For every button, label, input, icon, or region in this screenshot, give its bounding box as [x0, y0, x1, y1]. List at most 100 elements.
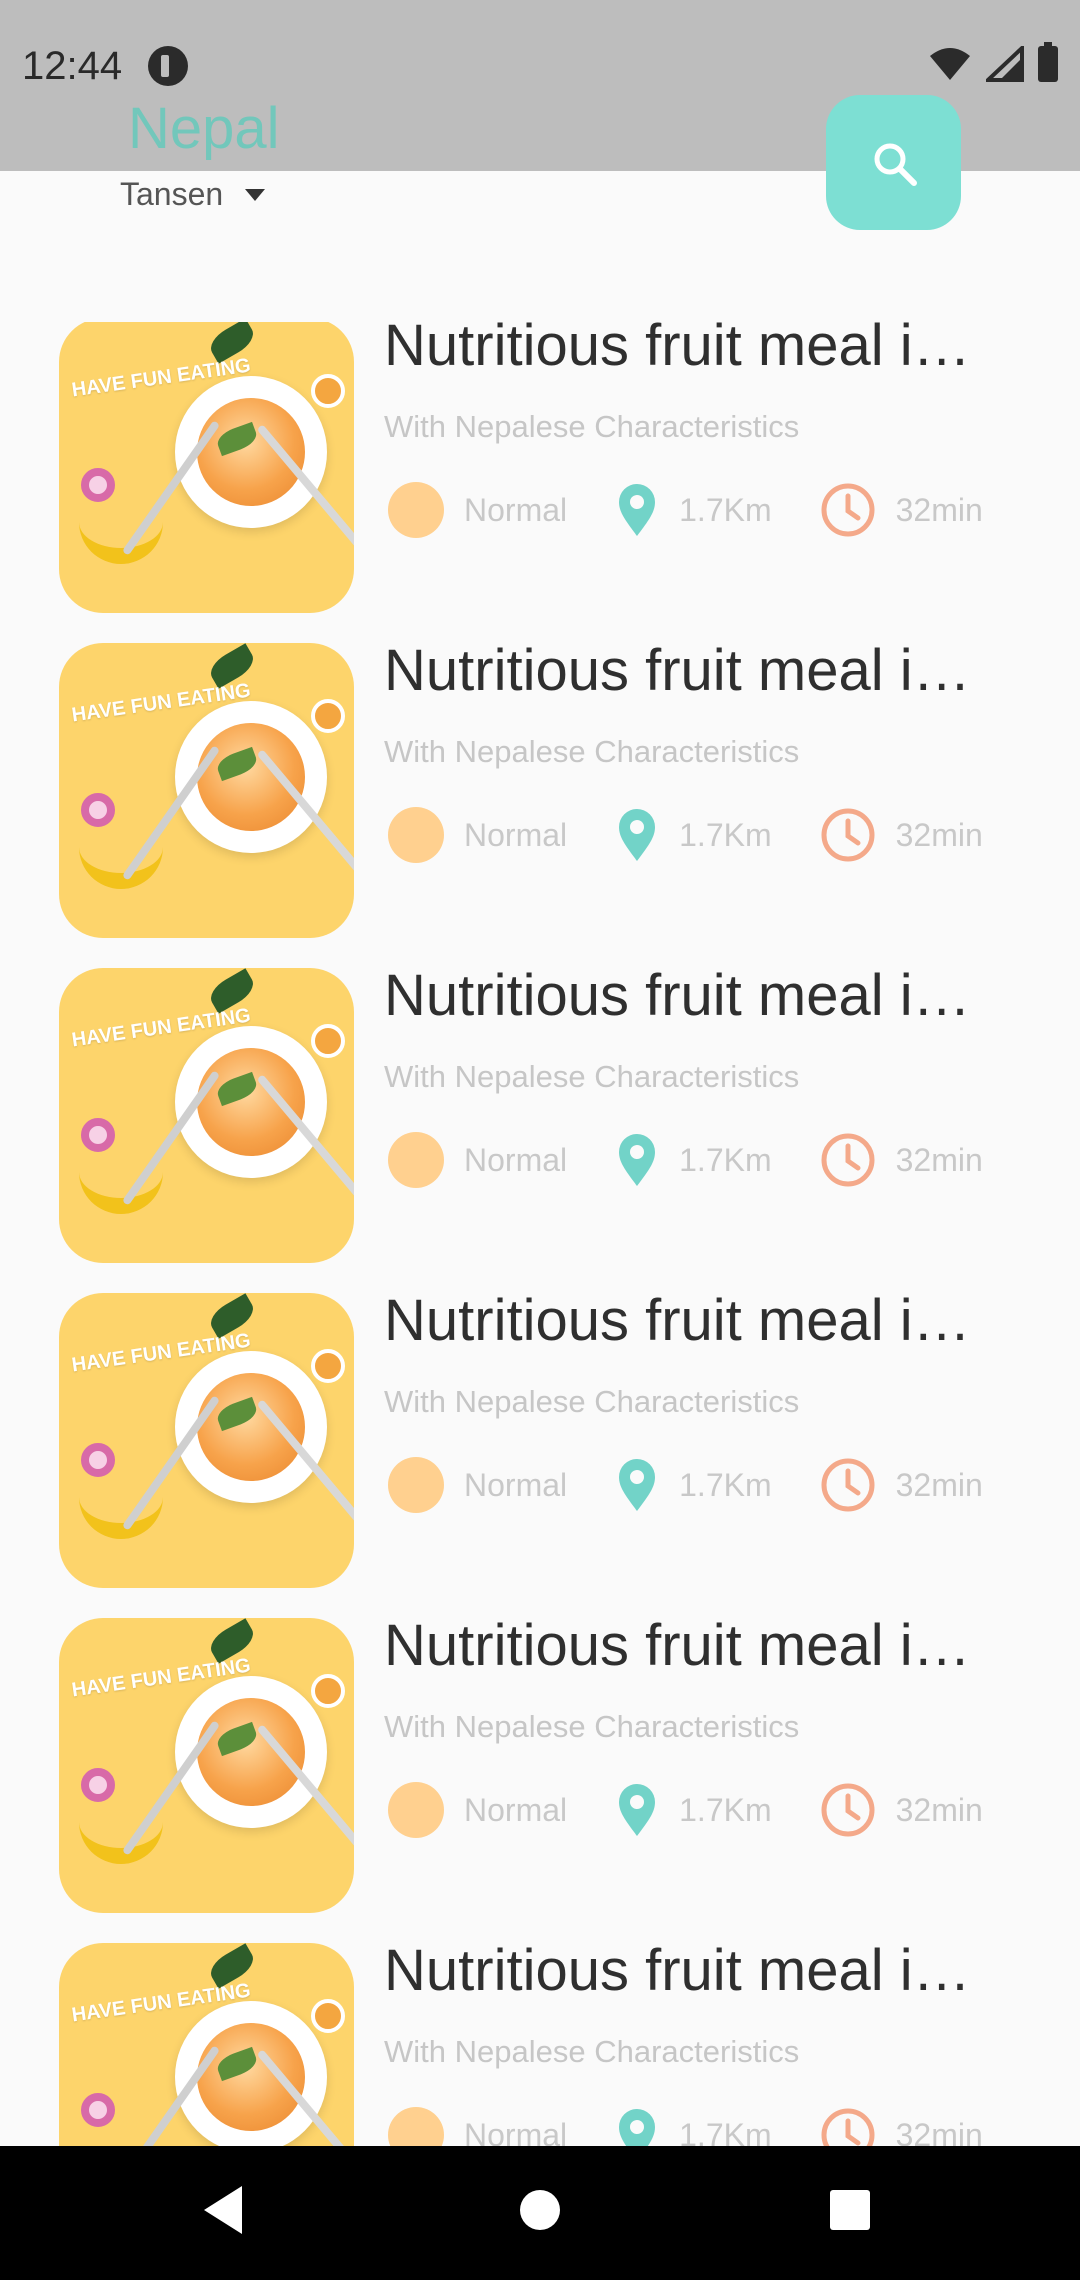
- time-label: 32min: [895, 1141, 983, 1178]
- meal-list-item[interactable]: HAVE FUN EATING Nutritious fruit meal i……: [0, 1938, 1080, 2147]
- distance-label: 1.7Km: [679, 1791, 772, 1828]
- distance-label: 1.7Km: [679, 491, 772, 528]
- status-time: 12:44: [22, 44, 123, 88]
- meal-list[interactable]: HAVE FUN EATING Nutritious fruit meal i……: [0, 322, 1080, 2146]
- meal-meta: Normal 1.7Km 32min: [388, 482, 983, 538]
- location-pin-icon: [619, 1134, 656, 1186]
- flower-icon: [311, 1024, 345, 1058]
- banana-icon: [79, 1493, 163, 1539]
- home-icon[interactable]: [520, 2190, 560, 2230]
- meal-title: Nutritious fruit meal i…: [384, 322, 971, 378]
- location-pin-icon: [619, 2109, 656, 2146]
- location-pin-icon: [619, 484, 656, 536]
- meal-title: Nutritious fruit meal i…: [384, 1613, 971, 1678]
- signal-icon: [986, 46, 1024, 82]
- distance-label: 1.7Km: [679, 2116, 772, 2147]
- level-dot-icon: [388, 2107, 444, 2146]
- recents-icon[interactable]: [830, 2190, 870, 2230]
- meal-thumbnail: HAVE FUN EATING: [59, 1293, 354, 1588]
- distance-label: 1.7Km: [679, 1141, 772, 1178]
- meal-title: Nutritious fruit meal i…: [384, 963, 971, 1028]
- donut-icon: [81, 468, 115, 502]
- level-dot-icon: [388, 807, 444, 863]
- level-label: Normal: [464, 1466, 568, 1503]
- caret-down-icon: [245, 188, 266, 201]
- meal-list-item[interactable]: HAVE FUN EATING Nutritious fruit meal i……: [0, 1288, 1080, 1588]
- wifi-icon: [930, 48, 970, 80]
- battery-icon: [1038, 42, 1058, 82]
- city-label: Tansen: [120, 176, 224, 212]
- time-label: 32min: [895, 1791, 983, 1828]
- location-pin-icon: [619, 809, 656, 861]
- meal-list-item[interactable]: HAVE FUN EATING Nutritious fruit meal i……: [0, 322, 1080, 613]
- clock-icon: [821, 1783, 875, 1837]
- donut-icon: [81, 1768, 115, 1802]
- level-label: Normal: [464, 2116, 568, 2147]
- meal-subtitle: With Nepalese Characteristics: [384, 734, 800, 769]
- meal-subtitle: With Nepalese Characteristics: [384, 1384, 800, 1419]
- status-icons: [928, 42, 1058, 82]
- search-icon: [874, 143, 917, 186]
- meal-meta: Normal 1.7Km 32min: [388, 1132, 983, 1188]
- distance-label: 1.7Km: [679, 816, 772, 853]
- level-label: Normal: [464, 1791, 568, 1828]
- back-icon[interactable]: [204, 2186, 242, 2234]
- level-dot-icon: [388, 1457, 444, 1513]
- time-label: 32min: [895, 1466, 983, 1503]
- donut-icon: [81, 2093, 115, 2127]
- flower-icon: [311, 699, 345, 733]
- donut-icon: [81, 1443, 115, 1477]
- clock-icon: [821, 808, 875, 862]
- app-notification-icon: [148, 46, 188, 86]
- clock-icon: [821, 1133, 875, 1187]
- flower-icon: [311, 1999, 345, 2033]
- level-dot-icon: [388, 482, 444, 538]
- meal-meta: Normal 1.7Km 32min: [388, 1782, 983, 1838]
- meal-subtitle: With Nepalese Characteristics: [384, 409, 800, 444]
- country-title: Nepal: [128, 96, 280, 161]
- meal-title: Nutritious fruit meal i…: [384, 1938, 971, 2003]
- search-button[interactable]: [826, 95, 961, 230]
- meal-title: Nutritious fruit meal i…: [384, 638, 971, 703]
- pasta-icon: [197, 1373, 305, 1481]
- time-label: 32min: [895, 2116, 983, 2147]
- flower-icon: [311, 1349, 345, 1383]
- banana-icon: [79, 843, 163, 889]
- meal-thumbnail: HAVE FUN EATING: [59, 322, 354, 613]
- meal-list-item[interactable]: HAVE FUN EATING Nutritious fruit meal i……: [0, 963, 1080, 1263]
- location-pin-icon: [619, 1459, 656, 1511]
- level-dot-icon: [388, 1782, 444, 1838]
- pasta-icon: [197, 1698, 305, 1806]
- pasta-icon: [197, 1048, 305, 1156]
- level-label: Normal: [464, 491, 568, 528]
- city-selector[interactable]: Tansen: [120, 176, 266, 213]
- banana-icon: [79, 1168, 163, 1214]
- donut-icon: [81, 793, 115, 827]
- navigation-bar: [0, 2146, 1080, 2280]
- level-label: Normal: [464, 1141, 568, 1178]
- clock-icon: [821, 483, 875, 537]
- pasta-icon: [197, 2023, 305, 2131]
- meal-list-item[interactable]: HAVE FUN EATING Nutritious fruit meal i……: [0, 638, 1080, 938]
- flower-icon: [311, 1674, 345, 1708]
- banana-icon: [79, 1818, 163, 1864]
- banana-icon: [79, 518, 163, 564]
- location-pin-icon: [619, 1784, 656, 1836]
- meal-list-item[interactable]: HAVE FUN EATING Nutritious fruit meal i……: [0, 1613, 1080, 1913]
- meal-subtitle: With Nepalese Characteristics: [384, 2034, 800, 2069]
- meal-thumbnail: HAVE FUN EATING: [59, 968, 354, 1263]
- flower-icon: [311, 374, 345, 408]
- level-label: Normal: [464, 816, 568, 853]
- meal-title: Nutritious fruit meal i…: [384, 1288, 971, 1353]
- meal-meta: Normal 1.7Km 32min: [388, 807, 983, 863]
- meal-thumbnail: HAVE FUN EATING: [59, 643, 354, 938]
- meal-thumbnail: HAVE FUN EATING: [59, 1943, 354, 2146]
- meal-subtitle: With Nepalese Characteristics: [384, 1709, 800, 1744]
- clock-icon: [821, 1458, 875, 1512]
- donut-icon: [81, 1118, 115, 1152]
- pasta-icon: [197, 723, 305, 831]
- meal-subtitle: With Nepalese Characteristics: [384, 1059, 800, 1094]
- meal-thumbnail: HAVE FUN EATING: [59, 1618, 354, 1913]
- time-label: 32min: [895, 816, 983, 853]
- clock-icon: [821, 2108, 875, 2146]
